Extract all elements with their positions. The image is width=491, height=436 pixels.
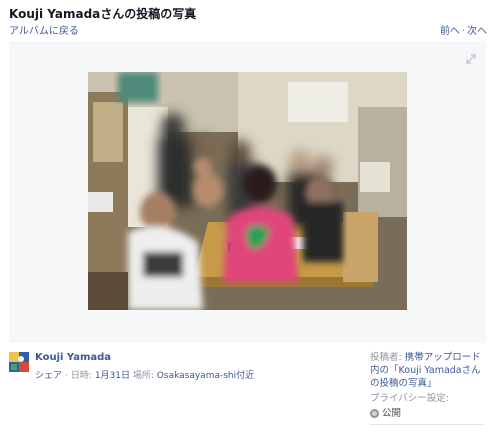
group-photo-image — [88, 72, 407, 310]
date-label: 日時: — [70, 371, 92, 381]
pager-separator: · — [461, 26, 465, 37]
next-link[interactable]: 次へ — [467, 26, 487, 37]
privacy-label: プライバシー設定: — [370, 393, 450, 404]
date-link[interactable]: 1月31日 — [95, 371, 130, 381]
place-label: 場所: — [132, 371, 154, 381]
page-title: Kouji Yamadaさんの投稿の写真 — [9, 7, 197, 21]
poster-label: 投稿者: — [370, 352, 402, 363]
author-name-link[interactable]: Kouji Yamada — [35, 352, 111, 363]
meta-separator: · — [65, 371, 68, 381]
sidebar-divider — [370, 424, 484, 425]
previous-link[interactable]: 前へ — [440, 26, 460, 37]
globe-icon — [370, 409, 379, 418]
photo-stage — [9, 41, 486, 343]
photo-info-footer: Kouji Yamada シェア · 日時: 1月31日 場所: Osakasaya… — [0, 343, 491, 436]
post-meta: シェア · 日時: 1月31日 場所: Osakasayama-shi付近 — [35, 368, 254, 381]
share-link[interactable]: シェア — [35, 371, 62, 381]
photo-sidebar: 投稿者: 携帯アップロード内の「Kouji Yamadaさんの投稿の写真」 プラ… — [370, 351, 484, 420]
privacy-setting[interactable]: 公開 — [370, 407, 484, 420]
back-to-album-link[interactable]: アルバムに戻る — [9, 22, 79, 37]
photo-pager: 前へ · 次へ — [440, 22, 487, 37]
place-link[interactable]: Osakasayama-shi付近 — [157, 371, 254, 381]
avatar-image — [9, 352, 29, 372]
group-photo[interactable] — [88, 72, 407, 310]
avatar[interactable] — [9, 352, 29, 372]
privacy-value: 公開 — [382, 408, 402, 419]
expand-icon[interactable] — [466, 54, 476, 64]
